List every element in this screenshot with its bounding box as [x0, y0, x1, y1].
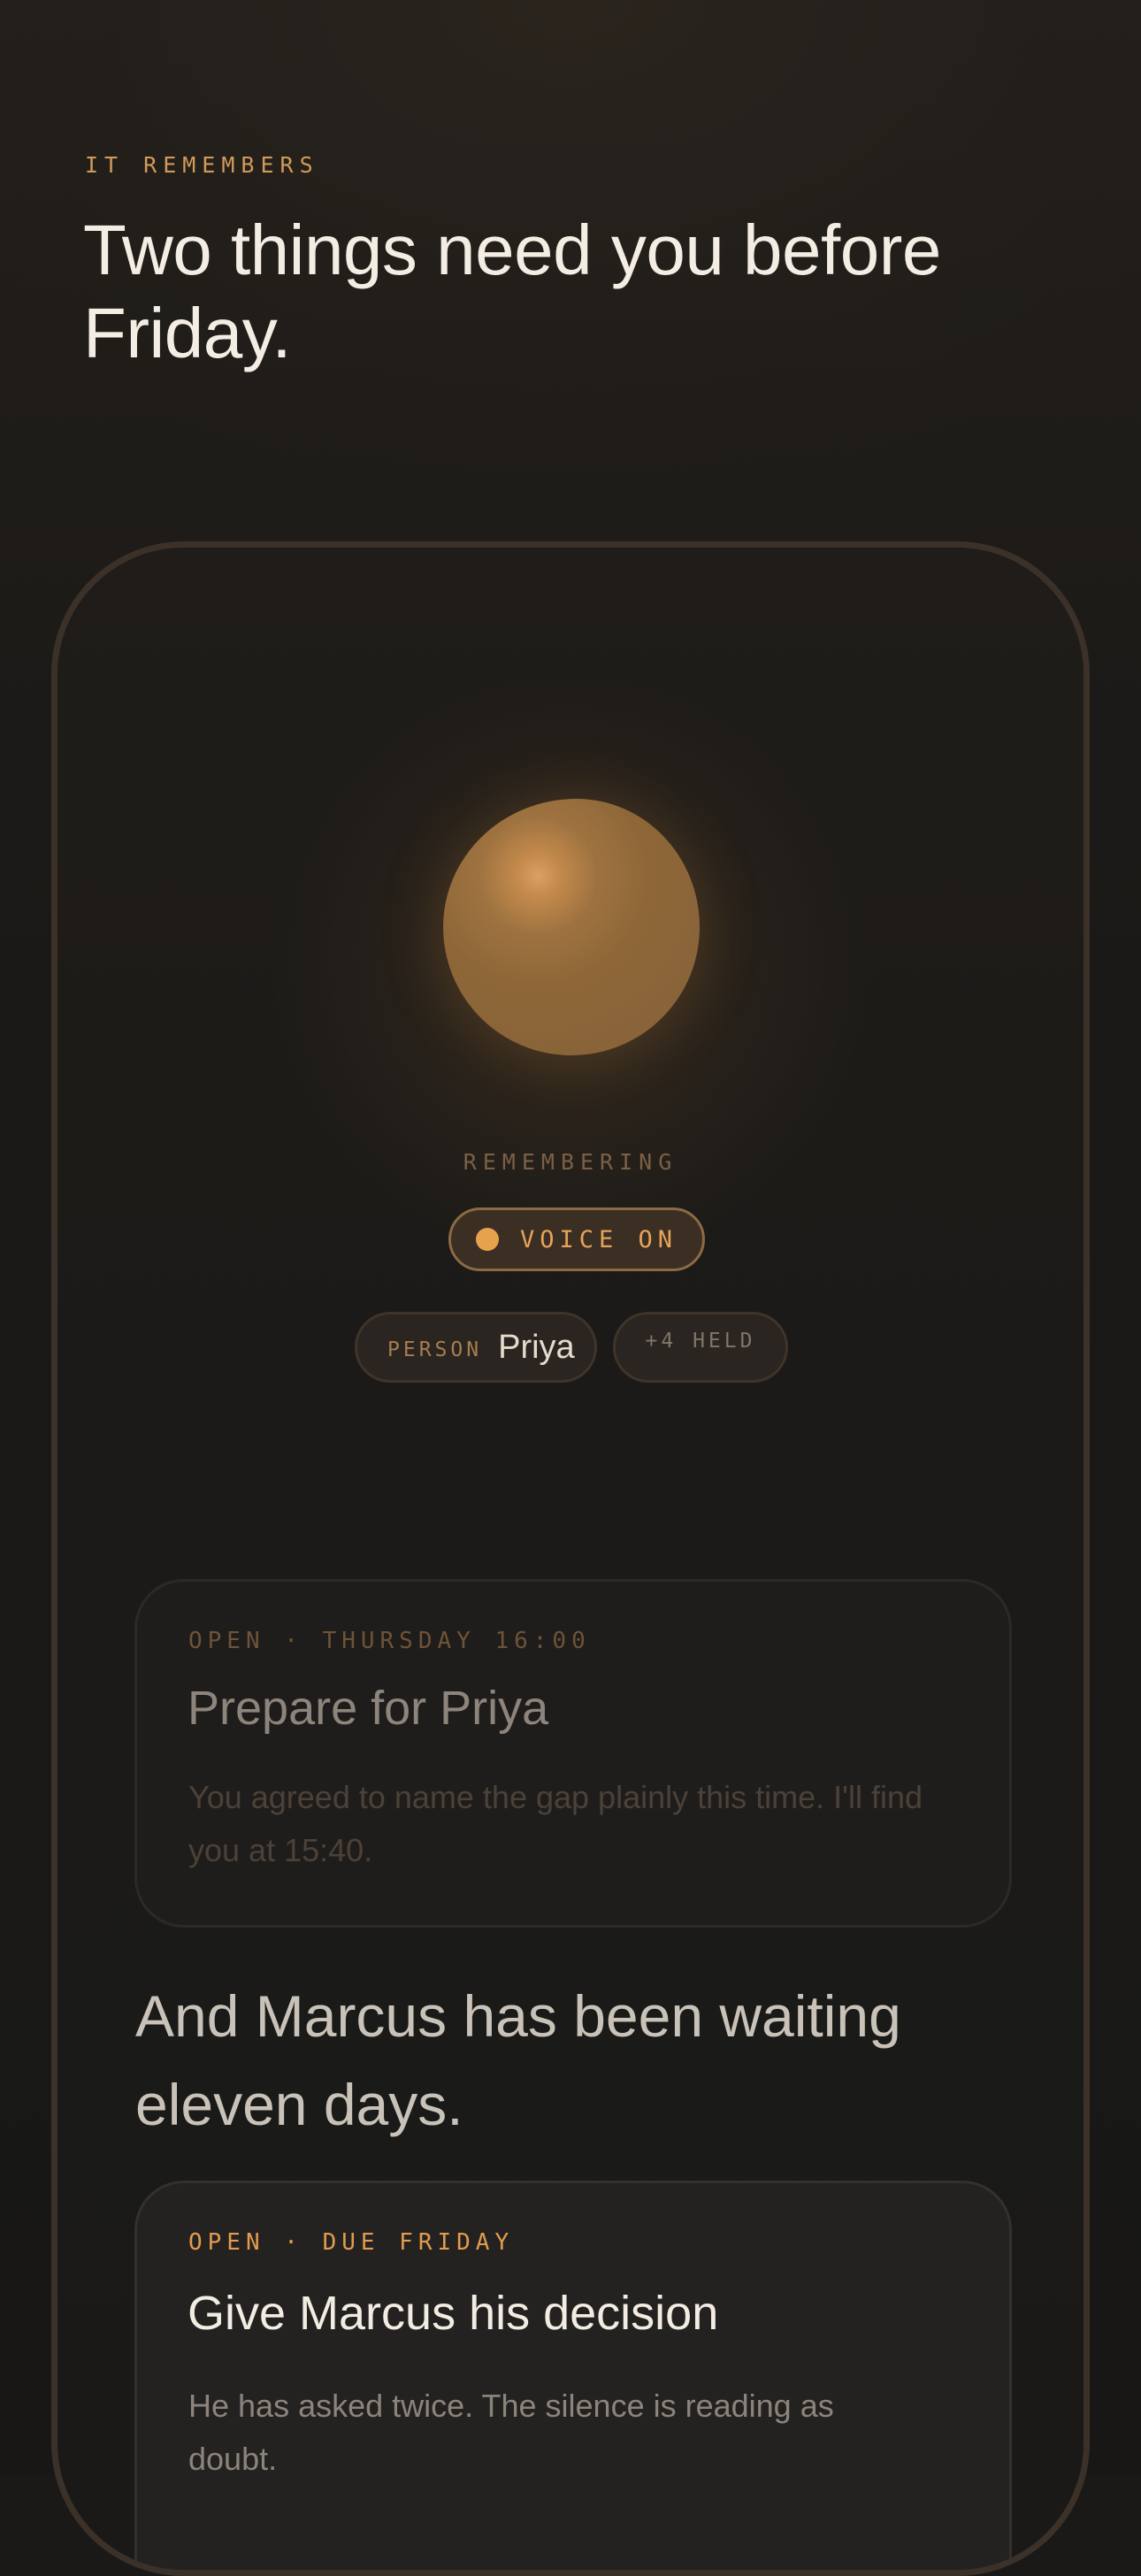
voice-toggle-button[interactable]: VOICE ON: [448, 1208, 705, 1271]
task-title: Prepare for Priya: [188, 1682, 549, 1735]
chip-kind-label: PERSON: [387, 1338, 483, 1361]
voice-indicator-icon: [475, 1228, 499, 1251]
task-status-tag: OPEN · DUE FRIDAY: [188, 2229, 515, 2256]
task-status-tag: OPEN · THURSDAY 16:00: [188, 1628, 591, 1654]
phone-frame: REMEMBERING VOICE ON PERSON Priya +4 HEL…: [51, 541, 1090, 2576]
task-card-priya[interactable]: OPEN · THURSDAY 16:00 Prepare for Priya …: [134, 1579, 1012, 1928]
page-headline: Two things need you before Friday.: [83, 211, 941, 372]
task-description: You agreed to name the gap plainly this …: [188, 1779, 923, 1868]
section-eyebrow: IT REMEMBERS: [85, 152, 319, 178]
assistant-orb[interactable]: [443, 799, 700, 1055]
interlude-text: And Marcus has been waiting eleven days.: [135, 1983, 901, 2137]
voice-toggle-label: VOICE ON: [519, 1225, 678, 1254]
person-chip[interactable]: PERSON Priya: [355, 1312, 597, 1383]
chip-person-name: Priya: [498, 1328, 575, 1366]
held-items-chip[interactable]: +4 HELD: [613, 1312, 788, 1383]
task-card-marcus[interactable]: OPEN · DUE FRIDAY Give Marcus his decisi…: [134, 2181, 1012, 2570]
task-title: Give Marcus his decision: [188, 2287, 719, 2340]
assistant-status: REMEMBERING: [463, 1149, 678, 1175]
held-count-label: +4 HELD: [645, 1330, 756, 1353]
task-description: He has asked twice. The silence is readi…: [188, 2388, 834, 2477]
